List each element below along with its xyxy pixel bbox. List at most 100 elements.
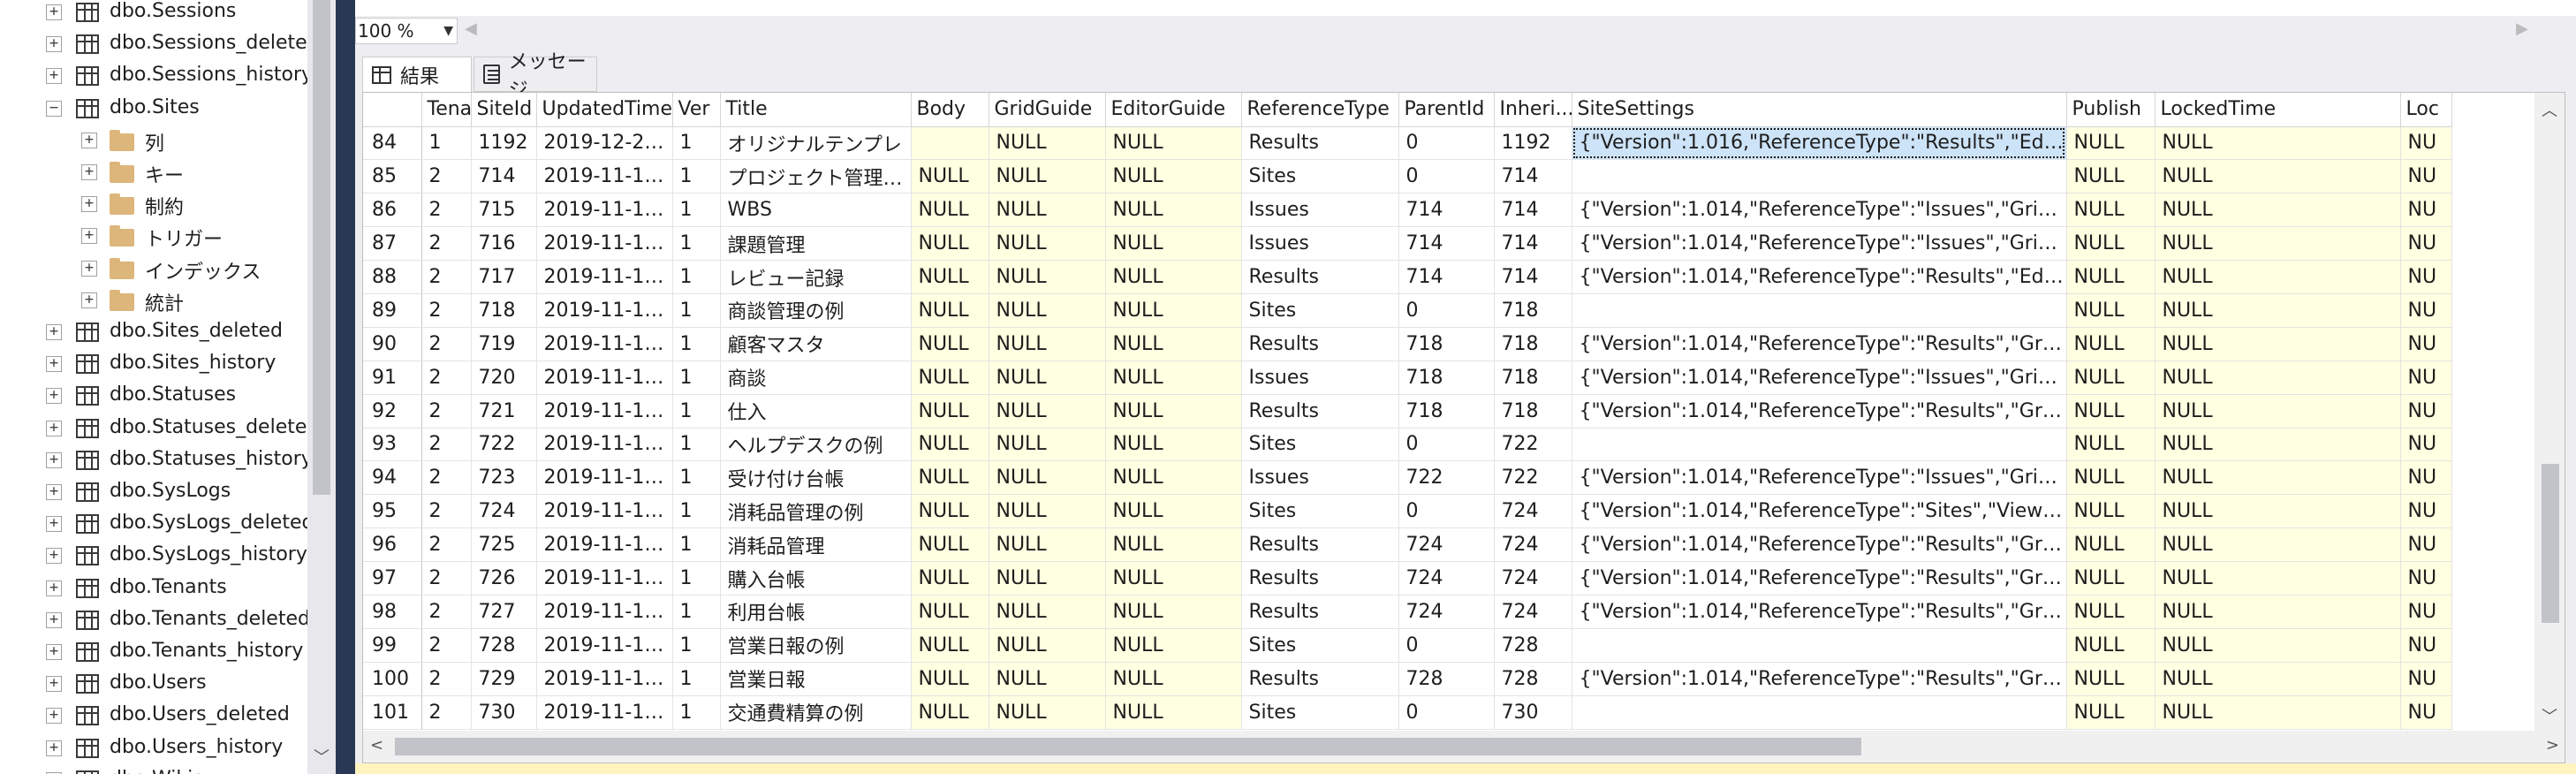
expand-icon[interactable]: + [46,644,62,660]
grid-cell[interactable]: NU [2400,159,2452,194]
grid-cell[interactable] [1572,695,2067,730]
grid-cell[interactable]: 2 [421,226,472,262]
grid-cell[interactable]: NULL [989,327,1106,361]
grid-cell[interactable]: NULL [989,126,1106,161]
expand-icon[interactable]: + [46,420,62,436]
grid-cell[interactable]: NULL [2155,159,2401,194]
grid-cell[interactable]: 受け付け台帳 [720,460,912,496]
grid-cell[interactable]: Issues [1241,360,1399,395]
grid-cell[interactable]: 2019-11-11... [536,159,673,194]
grid-cell[interactable]: 1 [672,460,721,496]
grid-cell[interactable]: NULL [1105,695,1242,730]
grid-cell[interactable]: NULL [2066,226,2156,262]
grid-cell[interactable]: 2 [421,628,472,663]
table-row[interactable]: 97 2 726 2019-11-11... 1 購入台帳 NULL NULL NULL Resu… [363,561,2452,596]
grid-cell[interactable]: 2 [421,193,472,228]
grid-cell[interactable]: 2019-11-11... [536,527,673,563]
tree-table-node[interactable]: + dbo.Sessions_deleted [0,28,320,60]
grid-cell[interactable]: 営業日報の例 [720,628,912,663]
grid-cell[interactable]: 2 [421,428,472,462]
scroll-left-icon[interactable]: < [370,736,383,755]
tree-table-node[interactable]: + dbo.Statuses_deleted [0,413,319,444]
grid-cell[interactable]: {"Version":1.014,"ReferenceType":"Issues… [1572,360,2067,395]
table-row[interactable]: 89 2 718 2019-11-11... 1 商談管理の例 NULL NULL NULL Si… [363,293,2452,328]
grid-cell[interactable]: 724 [1494,494,1572,529]
grid-cell[interactable]: {"Version":1.014,"ReferenceType":"Sites"… [1572,494,2067,529]
grid-cell[interactable]: {"Version":1.014,"ReferenceType":"Result… [1572,327,2067,361]
expand-icon[interactable]: + [46,356,62,373]
grid-cell[interactable]: 724 [1398,561,1495,596]
grid-cell[interactable]: 724 [1494,595,1572,629]
grid-cell[interactable]: 2019-11-11... [536,561,673,596]
grid-cell[interactable]: NU [2400,260,2452,294]
grid-cell[interactable]: 2 [421,527,472,563]
grid-cell[interactable]: Sites [1241,428,1399,462]
grid-cell[interactable]: NULL [911,360,989,395]
grid-cell[interactable]: NULL [911,460,989,496]
grid-cell[interactable]: 1 [672,561,721,596]
tree-folder-node[interactable]: + キー [0,156,307,188]
grid-cell[interactable]: {"Version":1.014,"ReferenceType":"Result… [1572,394,2067,429]
grid-cell[interactable]: 724 [1398,595,1495,629]
tree-table-node[interactable]: + dbo.Tenants_history [0,636,307,668]
table-row[interactable]: 96 2 725 2019-11-11... 1 消耗品管理 NULL NULL NULL Res… [363,527,2452,563]
tree-folder-node[interactable]: + 統計 [0,285,307,316]
explorer-vertical-scrollbar[interactable]: ﹀ [307,0,336,774]
table-row[interactable]: 92 2 721 2019-11-11... 1 仕入 NULL NULL NULL Result… [363,394,2452,429]
column-header[interactable]: TenantId [421,93,472,127]
tree-table-node[interactable]: + dbo.Sessions [0,0,307,28]
row-number[interactable]: 85 [363,159,422,194]
grid-cell[interactable]: NU [2400,628,2452,663]
expand-icon[interactable]: + [46,548,62,565]
grid-cell[interactable]: 714 [1398,260,1495,294]
grid-cell[interactable]: NULL [989,293,1106,328]
tree-table-node[interactable]: + dbo.Tenants_deleted [0,604,310,636]
grid-cell[interactable]: NULL [2155,561,2401,596]
row-number[interactable]: 97 [363,561,422,596]
expand-icon[interactable]: + [81,196,97,213]
expand-icon[interactable]: + [81,292,97,308]
grid-cell[interactable]: 0 [1398,428,1495,462]
grid-cell[interactable]: 718 [1494,394,1572,429]
grid-cell[interactable]: 2019-11-11... [536,695,673,730]
grid-cell[interactable]: 718 [471,293,537,328]
grid-cell[interactable]: 2019-11-11... [536,394,673,429]
grid-cell[interactable]: {"Version":1.014,"ReferenceType":"Issues… [1572,226,2067,262]
grid-cell[interactable]: 2 [421,695,472,730]
grid-cell[interactable]: 714 [1494,159,1572,194]
grid-cell[interactable]: 2019-11-11... [536,628,673,663]
grid-cell[interactable]: 720 [471,360,537,395]
grid-cell[interactable]: NULL [911,327,989,361]
grid-cell[interactable]: 2 [421,260,472,294]
zoom-combo[interactable]: 100 % ▼ [355,18,458,44]
grid-cell[interactable] [911,126,989,161]
expand-icon[interactable]: + [81,228,97,245]
grid-horizontal-scroll-thumb[interactable] [395,738,1861,755]
expand-icon[interactable]: + [46,484,62,500]
expand-icon[interactable]: + [46,740,62,756]
grid-cell[interactable]: Issues [1241,193,1399,228]
grid-cell[interactable]: 730 [1494,695,1572,730]
grid-cell[interactable]: NULL [989,628,1106,663]
grid-cell[interactable]: NULL [911,494,989,529]
grid-cell[interactable]: NULL [2155,494,2401,529]
column-header[interactable]: EditorGuide [1105,93,1242,127]
tab-messages[interactable]: メッセージ [474,51,597,102]
expand-icon[interactable]: + [46,68,62,85]
grid-cell[interactable]: 購入台帳 [720,561,912,596]
grid-cell[interactable]: 714 [1494,193,1572,228]
grid-cell[interactable]: 714 [471,159,537,194]
grid-cell[interactable]: 730 [471,695,537,730]
tree-table-node[interactable]: + dbo.SysLogs_deleted [0,508,314,540]
row-number[interactable]: 91 [363,360,422,395]
grid-cell[interactable]: 1 [672,327,721,361]
grid-cell[interactable]: 0 [1398,293,1495,328]
grid-cell[interactable]: 2019-12-25... [536,126,673,161]
grid-cell[interactable]: NULL [2155,260,2401,294]
grid-cell[interactable]: NU [2400,595,2452,629]
explorer-scroll-thumb[interactable] [313,0,330,495]
column-header[interactable]: ParentId [1398,93,1495,127]
scroll-left-icon[interactable]: ◀ [465,19,477,38]
grid-vertical-scrollbar[interactable]: ︿ ﹀ [2534,93,2565,731]
grid-cell[interactable]: {"Version":1.014,"ReferenceType":"Result… [1572,527,2067,563]
